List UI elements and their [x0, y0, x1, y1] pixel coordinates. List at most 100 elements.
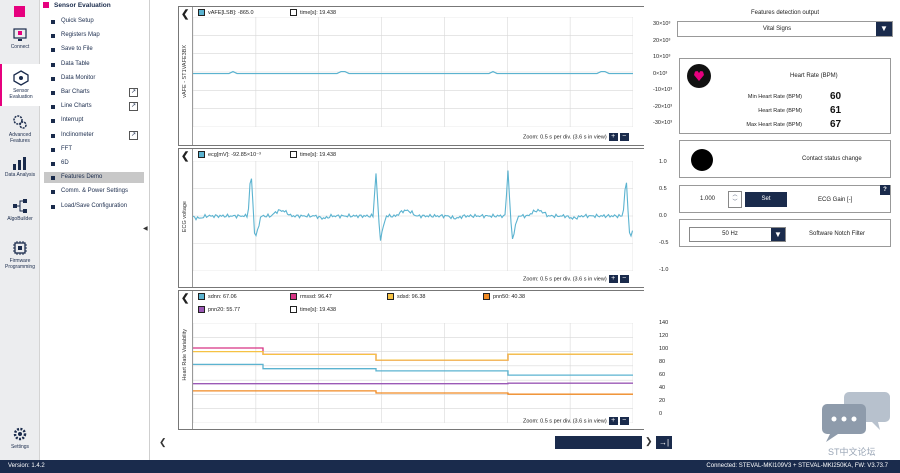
hrv-series-line	[193, 350, 633, 361]
scroll-left-icon[interactable]: ❮	[159, 437, 167, 448]
rail-item-data-analysis[interactable]: Data Analysis	[0, 156, 40, 178]
notch-filter-select[interactable]: 50 Hz ▼	[689, 227, 786, 242]
legend-swatch	[198, 151, 205, 159]
hrv-legend-item: pnn20: 55.77	[198, 306, 240, 315]
zoom-in-button[interactable]: +	[608, 417, 618, 425]
features-selected-value: Vital Signs	[762, 26, 792, 32]
y-tick-label: 0.0	[659, 213, 667, 219]
zoom-out-button[interactable]: −	[619, 133, 629, 141]
gain-spinner-icon[interactable]: ︿ ﹀	[728, 191, 742, 208]
hrv-plot-area[interactable]: sdnn: 67.06 rmssd: 96.47 sdsd: 96.38 pnn50:…	[192, 291, 644, 429]
heart-rate-row: Heart Rate (BPM) 61	[680, 105, 892, 117]
menu-item-label: Save to File	[61, 46, 93, 53]
zoom-in-button[interactable]: +	[608, 133, 618, 141]
timeline-scrollbar[interactable]	[555, 436, 642, 449]
bullet-icon	[51, 91, 55, 95]
contact-status-label: Contact status change	[802, 156, 862, 162]
menu-item[interactable]: Features Demo	[44, 172, 144, 184]
menu-item[interactable]: Save to File	[44, 44, 144, 55]
dropdown-arrow-icon[interactable]: ▼	[876, 22, 892, 36]
ecg-plot-area[interactable]: ecg[mV]: -92.85×10⁻³ time[s]: 19.438 Zoo…	[192, 149, 644, 287]
scroll-right-icon[interactable]: ❯	[645, 436, 653, 447]
notch-filter-box: 50 Hz ▼ Software Notch Filter	[679, 219, 891, 247]
open-external-icon[interactable]: ↗	[129, 130, 138, 140]
menu-item-label: Features Demo	[61, 174, 103, 181]
scroll-to-end-button[interactable]: →|	[656, 436, 672, 449]
menu-item-label: Data Table	[61, 60, 90, 67]
zoom-out-button[interactable]: −	[619, 275, 629, 283]
rail-item-sensor-evaluation[interactable]: Sensor Evaluation	[0, 64, 40, 106]
vafe-plot-area[interactable]: vAFE[LSB]: -865.0 time[s]: 19.438 Zoom: …	[192, 7, 644, 145]
menu-item[interactable]: Quick Setup	[44, 16, 144, 27]
firmware-programming-icon	[13, 241, 27, 255]
menu-item[interactable]: FFT	[44, 144, 144, 155]
ecg-gain-input[interactable]: 1.000	[700, 196, 715, 202]
gain-set-button[interactable]: Set	[745, 192, 787, 207]
bullet-icon	[51, 119, 55, 124]
bullet-icon	[51, 34, 55, 39]
rail-item-algobuilder[interactable]: AlgoBuilder	[0, 198, 40, 222]
menu-item[interactable]: Data Table	[44, 59, 144, 70]
menu-item-label: Registers Map	[61, 32, 100, 39]
collapse-chevron-icon[interactable]: ❮	[181, 151, 189, 162]
notch-filter-label: Software Notch Filter	[809, 231, 866, 237]
menu-item-label: 6D	[61, 160, 69, 166]
ecg-gain-box: 1.000 ︿ ﹀ Set ECG Gain [-] ?	[679, 185, 891, 213]
row-label: Heart Rate (BPM)	[758, 108, 802, 114]
rail-item-advanced-features[interactable]: Advanced Features	[0, 114, 40, 144]
menu-item[interactable]: 6D	[44, 158, 144, 169]
ecg-zoom-controls: Zoom: 0.5 s per div. (3.6 s in view) + −	[523, 275, 629, 283]
menu-item[interactable]: Data Monitor	[44, 73, 144, 84]
menu-item[interactable]: Comm. & Power Settings	[44, 186, 144, 197]
legend-swatch	[198, 293, 205, 301]
ecg-plot	[193, 161, 633, 271]
vafe-zoom-controls: Zoom: 0.5 s per div. (3.6 s in view) + −	[523, 133, 629, 141]
rail-item-connect[interactable]: Connect	[0, 28, 40, 50]
y-tick-label: -20×10³	[653, 103, 673, 110]
help-icon[interactable]: ?	[880, 185, 890, 195]
rail-label: Data Analysis	[4, 172, 36, 178]
y-tick-label: 40	[659, 385, 666, 391]
heart-rate-title: Heart Rate (BPM)	[790, 73, 838, 79]
zoom-out-button[interactable]: −	[619, 417, 629, 425]
hrv-zoom-controls: Zoom: 0.5 s per div. (3.6 s in view) + −	[523, 417, 629, 425]
ecg-chart-panel: ❮ ECG voltage ecg[mV]: -92.85×10⁻³ time[…	[178, 148, 668, 288]
collapse-chevron-icon[interactable]: ❮	[181, 9, 189, 20]
y-tick-label: 60	[659, 372, 666, 378]
bullet-icon	[51, 76, 55, 81]
dropdown-arrow-icon[interactable]: ▼	[771, 228, 785, 241]
menu-item[interactable]: Load/Save Configuration	[44, 201, 144, 212]
hrv-series-line	[193, 382, 633, 385]
row-value: 60	[830, 91, 842, 102]
rail-label: AlgoBuilder	[7, 216, 33, 222]
settings-icon	[13, 427, 27, 441]
features-panel: Features detection output Vital Signs ▼ …	[677, 6, 893, 456]
ecg-gain-label: ECG Gain [-]	[818, 197, 853, 203]
rail-item-firmware-programming[interactable]: Firmware Programming	[0, 240, 40, 270]
menu-item[interactable]: Interrupt	[44, 115, 144, 126]
open-external-icon[interactable]: ↗	[129, 102, 138, 112]
hrv-legend-item: rmssd: 96.47	[290, 293, 332, 302]
collapse-menu-icon[interactable]: ◀	[143, 225, 148, 232]
max-heart-rate-row: Max Heart Rate (BPM) 67	[680, 119, 892, 131]
y-tick-label: -1.0	[659, 267, 669, 273]
zoom-in-button[interactable]: +	[608, 275, 618, 283]
menu-item[interactable]: Line Charts ↗	[44, 101, 144, 112]
collapse-chevron-icon[interactable]: ❮	[181, 293, 189, 304]
menu-item-label: Quick Setup	[61, 18, 94, 24]
rail-item-settings[interactable]: Settings	[0, 426, 40, 450]
contact-status-indicator	[691, 149, 713, 171]
menu-item[interactable]: Bar Charts ↗	[44, 87, 144, 98]
rail-label: Firmware Programming	[4, 258, 35, 270]
open-external-icon[interactable]: ↗	[129, 88, 138, 97]
menu-title: Sensor Evaluation	[54, 2, 111, 9]
hrv-y-label: Heart Rate Variability	[182, 329, 188, 381]
menu-item[interactable]: Registers Map	[44, 30, 144, 41]
hrv-series-line	[193, 390, 633, 395]
features-output-select[interactable]: Vital Signs ▼	[677, 21, 893, 37]
heart-icon	[687, 64, 711, 88]
heart-rate-box: Heart Rate (BPM) Min Heart Rate (BPM) 60…	[679, 58, 891, 134]
version-label: Version: 1.4.2	[8, 463, 45, 469]
status-bar: Version: 1.4.2 Connected: STEVAL-MKI109V…	[0, 460, 900, 473]
menu-item[interactable]: Inclinometer ↗	[44, 130, 144, 141]
